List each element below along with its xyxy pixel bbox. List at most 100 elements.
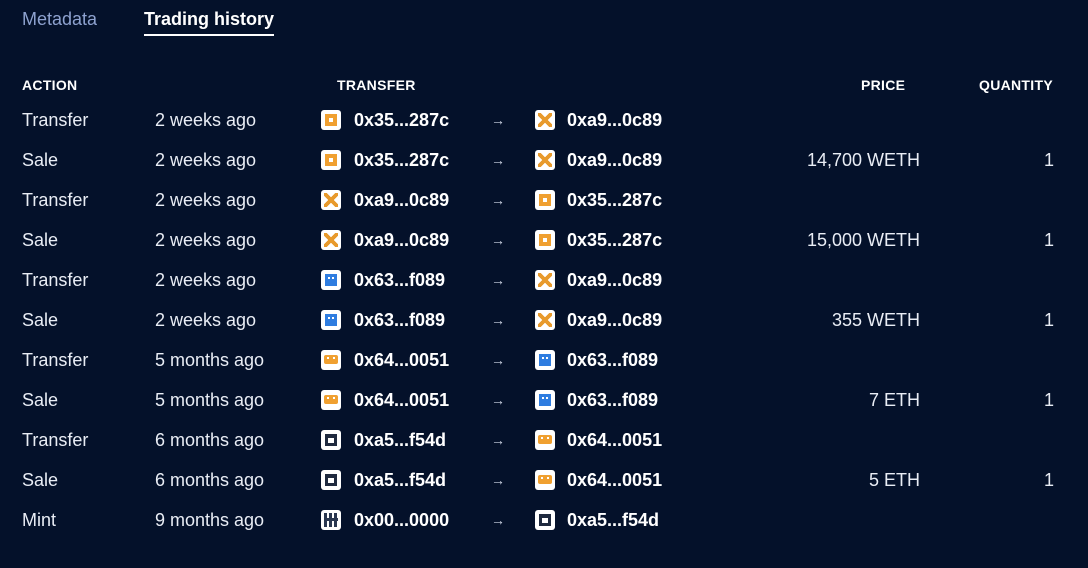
table-row: Mint 9 months ago 0x00...0000 → 0xa5...f54d [0,500,1088,540]
from-address-link[interactable]: 0x00...0000 [354,500,449,540]
orange-x-avatar-icon[interactable] [321,230,341,250]
time-cell: 2 weeks ago [155,230,257,250]
orange-x-avatar-icon[interactable] [535,110,555,130]
blue-avatar-icon[interactable] [535,390,555,410]
action-cell: Sale [22,150,59,170]
orange-x-avatar-icon[interactable] [535,310,555,330]
arrow-right-icon: → [491,272,505,288]
tab-trading-history[interactable]: Trading history [144,9,275,36]
time-cell: 6 months ago [155,430,265,450]
to-address-link[interactable]: 0x35...287c [567,180,662,220]
to-address-link[interactable]: 0xa9...0c89 [567,140,662,180]
arrow-right-icon: → [491,432,505,448]
table-row: Transfer 2 weeks ago 0x35...287c → 0xa9...0c… [0,100,1088,140]
arrow-right-icon: → [491,152,505,168]
action-cell: Transfer [22,430,89,450]
orange-x-avatar-icon[interactable] [321,190,341,210]
orange-x-avatar-icon[interactable] [535,150,555,170]
time-cell: 9 months ago [155,510,265,530]
dark-box-avatar-icon[interactable] [321,430,341,450]
blue-avatar-icon[interactable] [321,310,341,330]
from-address-link[interactable]: 0x64...0051 [354,380,449,420]
arrow-right-icon: → [491,112,505,128]
from-address-link[interactable]: 0xa9...0c89 [354,180,449,220]
orange-crab-avatar-icon[interactable] [321,350,341,370]
orange-square-avatar-icon[interactable] [321,150,341,170]
to-address-link[interactable]: 0x63...f089 [567,380,658,420]
orange-square-avatar-icon[interactable] [321,150,341,170]
orange-square-avatar-icon[interactable] [535,230,555,250]
to-address-link[interactable]: 0x64...0051 [567,460,662,500]
to-address-link[interactable]: 0xa9...0c89 [567,100,662,140]
quantity-cell: 1 [1043,230,1054,250]
orange-crab-avatar-icon[interactable] [321,350,341,370]
orange-x-avatar-icon[interactable] [535,270,555,290]
price-cell: 14,700 WETH [806,150,920,170]
orange-square-avatar-icon[interactable] [321,110,341,130]
to-address-link[interactable]: 0x63...f089 [567,340,658,380]
blue-avatar-icon[interactable] [321,270,341,290]
to-address-link[interactable]: 0xa9...0c89 [567,300,662,340]
orange-square-avatar-icon[interactable] [535,190,555,210]
from-address-link[interactable]: 0x63...f089 [354,300,445,340]
table-row: Sale 5 months ago 0x64...0051 → 0x63...f089 7… [0,380,1088,420]
action-cell: Transfer [22,190,89,210]
dark-pattern-avatar-icon[interactable] [321,510,341,530]
orange-crab-avatar-icon[interactable] [535,430,555,450]
blue-avatar-icon[interactable] [321,270,341,290]
dark-box-avatar-icon[interactable] [321,470,341,490]
time-cell: 5 months ago [155,350,265,370]
orange-x-avatar-icon[interactable] [321,190,341,210]
time-cell: 6 months ago [155,470,265,490]
table-row: Sale 2 weeks ago 0x35...287c → 0xa9...0c89 14… [0,140,1088,180]
from-address-link[interactable]: 0xa9...0c89 [354,220,449,260]
time-cell: 2 weeks ago [155,310,257,330]
blue-avatar-icon[interactable] [535,390,555,410]
from-address-link[interactable]: 0xa5...f54d [354,460,446,500]
from-address-link[interactable]: 0x64...0051 [354,340,449,380]
quantity-cell: 1 [1043,390,1054,410]
blue-avatar-icon[interactable] [535,350,555,370]
from-address-link[interactable]: 0x63...f089 [354,260,445,300]
blue-avatar-icon[interactable] [321,310,341,330]
orange-square-avatar-icon[interactable] [535,190,555,210]
orange-x-avatar-icon[interactable] [535,150,555,170]
time-cell: 5 months ago [155,390,265,410]
dark-box-avatar-icon[interactable] [535,510,555,530]
to-address-link[interactable]: 0xa5...f54d [567,500,659,540]
orange-x-avatar-icon[interactable] [321,230,341,250]
orange-crab-avatar-icon[interactable] [535,470,555,490]
orange-square-avatar-icon[interactable] [321,110,341,130]
orange-square-avatar-icon[interactable] [535,230,555,250]
time-cell: 2 weeks ago [155,110,257,130]
dark-box-avatar-icon[interactable] [535,510,555,530]
time-cell: 2 weeks ago [155,150,257,170]
arrow-right-icon: → [491,312,505,328]
action-cell: Mint [22,510,57,530]
action-cell: Sale [22,390,59,410]
dark-pattern-avatar-icon[interactable] [321,510,341,530]
from-address-link[interactable]: 0x35...287c [354,140,449,180]
to-address-link[interactable]: 0x64...0051 [567,420,662,460]
table-row: Transfer 2 weeks ago 0x63...f089 → 0xa9...0c… [0,260,1088,300]
orange-crab-avatar-icon[interactable] [321,390,341,410]
dark-box-avatar-icon[interactable] [321,430,341,450]
header-price: PRICE [861,77,906,93]
action-cell: Sale [22,230,59,250]
from-address-link[interactable]: 0xa5...f54d [354,420,446,460]
from-address-link[interactable]: 0x35...287c [354,100,449,140]
orange-x-avatar-icon[interactable] [535,310,555,330]
orange-crab-avatar-icon[interactable] [321,390,341,410]
dark-box-avatar-icon[interactable] [321,470,341,490]
orange-x-avatar-icon[interactable] [535,110,555,130]
quantity-cell: 1 [1043,310,1054,330]
to-address-link[interactable]: 0x35...287c [567,220,662,260]
orange-x-avatar-icon[interactable] [535,270,555,290]
action-cell: Transfer [22,270,89,290]
to-address-link[interactable]: 0xa9...0c89 [567,260,662,300]
orange-crab-avatar-icon[interactable] [535,470,555,490]
orange-crab-avatar-icon[interactable] [535,430,555,450]
blue-avatar-icon[interactable] [535,350,555,370]
table-row: Sale 6 months ago 0xa5...f54d → 0x64...0051 5… [0,460,1088,500]
tab-metadata[interactable]: Metadata [22,9,97,30]
